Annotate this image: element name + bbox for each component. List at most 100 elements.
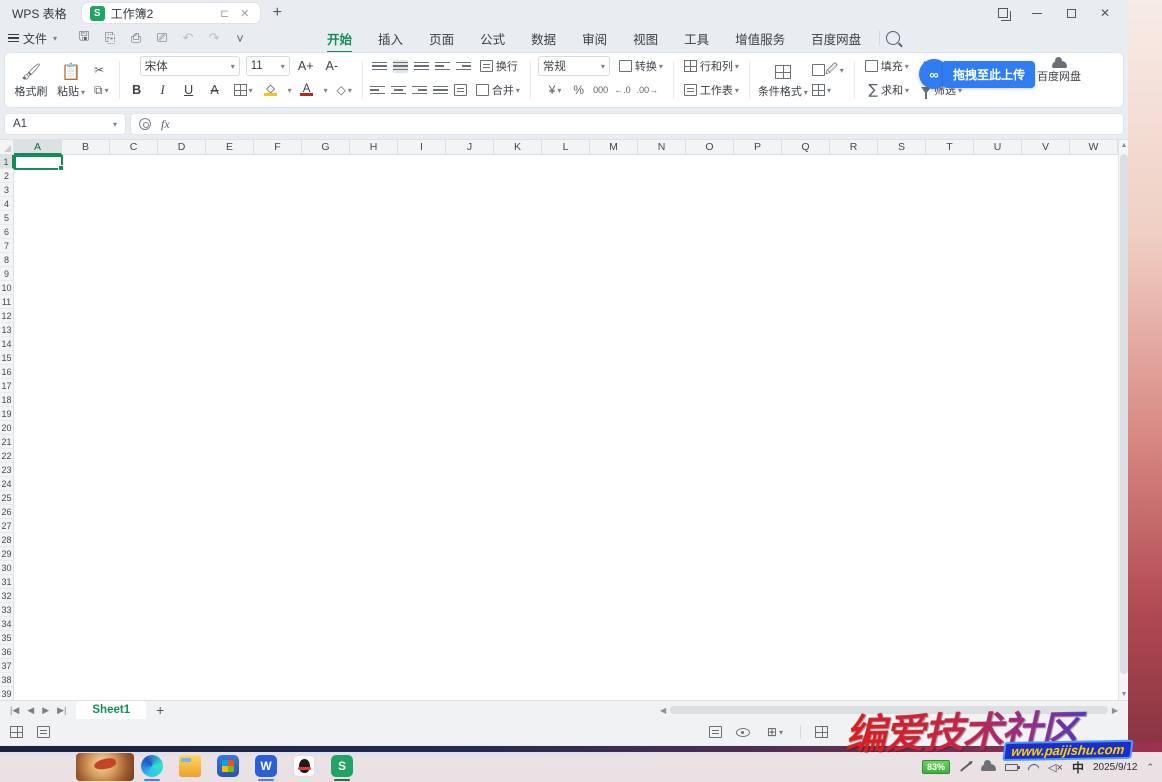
column-header-G[interactable]: G (302, 140, 350, 155)
spreadsheet-grid[interactable]: ABCDEFGHIJKLMNOPQRSTUVW 1234567891011121… (0, 139, 1128, 700)
display-mode-icon[interactable]: ⊞▾ (764, 722, 786, 742)
menu-tab-视图[interactable]: 视图 (621, 26, 670, 51)
align-right-button[interactable] (412, 84, 427, 97)
clear-format-button[interactable]: ◇▾ (334, 80, 355, 100)
add-sheet-button[interactable]: + (156, 702, 164, 718)
first-sheet-icon[interactable]: |◀ (10, 705, 19, 716)
taskbar-app-qq[interactable] (292, 755, 316, 781)
last-sheet-icon[interactable]: ▶| (57, 705, 66, 716)
row-header-20[interactable]: 20 (0, 421, 14, 435)
row-header-10[interactable]: 10 (0, 281, 14, 295)
name-box[interactable]: A1 ▾ (4, 113, 126, 135)
row-header-39[interactable]: 39 (0, 687, 14, 701)
column-header-S[interactable]: S (878, 140, 926, 155)
taskbar-app-store[interactable] (216, 755, 240, 781)
menu-tab-工具[interactable]: 工具 (672, 26, 721, 51)
underline-button[interactable]: U (179, 81, 199, 99)
merge-cells-button[interactable]: 合并▾ (473, 80, 523, 100)
align-top-button[interactable] (372, 60, 387, 73)
taskbar-app-explorer[interactable] (178, 755, 202, 781)
column-header-V[interactable]: V (1022, 140, 1070, 155)
vertical-scrollbar[interactable]: ▲ ▼ (1118, 140, 1128, 701)
sum-button[interactable]: ∑求和▾ (866, 80, 912, 100)
decrease-decimal-button[interactable]: .00→ (637, 86, 659, 95)
volume-muted-icon[interactable]: ◁× (1048, 761, 1063, 774)
row-header-33[interactable]: 33 (0, 603, 14, 617)
battery-percent-badge[interactable]: 83% (922, 760, 950, 774)
redo-icon[interactable]: ↷ (203, 30, 225, 46)
font-color-button[interactable]: A (298, 84, 316, 96)
column-header-U[interactable]: U (974, 140, 1022, 155)
close-button[interactable]: ✕ (1088, 1, 1122, 25)
sheet-tab-sheet1[interactable]: Sheet1 (76, 701, 146, 720)
bold-button[interactable]: B (127, 81, 147, 99)
row-header-8[interactable]: 8 (0, 253, 14, 267)
prev-sheet-icon[interactable]: ◀ (27, 705, 34, 716)
vertical-text-button[interactable] (454, 84, 467, 96)
close-tab-icon[interactable]: ✕ (238, 7, 252, 20)
tray-expand-icon[interactable]: ⌃ (1146, 762, 1154, 773)
column-header-Q[interactable]: Q (782, 140, 830, 155)
network-icon[interactable] (1027, 763, 1039, 771)
increase-indent-button[interactable] (456, 60, 471, 73)
column-header-T[interactable]: T (926, 140, 974, 155)
row-header-17[interactable]: 17 (0, 379, 14, 393)
search-icon[interactable] (886, 31, 900, 45)
row-header-29[interactable]: 29 (0, 547, 14, 561)
sheet-manager-icon[interactable] (10, 726, 23, 738)
menu-tab-审阅[interactable]: 审阅 (570, 26, 619, 51)
row-header-7[interactable]: 7 (0, 239, 14, 253)
row-header-37[interactable]: 37 (0, 659, 14, 673)
convert-button[interactable]: 转换▾ (616, 56, 666, 76)
ime-indicator[interactable]: 中 (1072, 759, 1084, 776)
row-header-34[interactable]: 34 (0, 617, 14, 631)
align-left-button[interactable] (370, 84, 385, 97)
export-icon[interactable]: ⎘ (99, 30, 121, 46)
shrink-font-button[interactable]: A- (322, 57, 342, 75)
conditional-format-button[interactable]: 条件格式▾ (757, 57, 809, 103)
column-header-P[interactable]: P (734, 140, 782, 155)
wrap-text-button[interactable]: 换行 (477, 56, 521, 76)
row-header-26[interactable]: 26 (0, 505, 14, 519)
column-header-C[interactable]: C (110, 140, 158, 155)
worksheet-button[interactable]: 工作表▾ (681, 80, 742, 100)
scroll-right-icon[interactable]: ▶ (1112, 706, 1118, 715)
cloud-icon[interactable] (981, 764, 996, 771)
highlight-color-button[interactable]: ◇ (262, 84, 280, 96)
number-format-combo[interactable]: 常规 ▾ (538, 56, 610, 76)
menu-tab-百度网盘[interactable]: 百度网盘 (799, 26, 873, 51)
next-sheet-icon[interactable]: ▶ (42, 705, 49, 716)
row-header-3[interactable]: 3 (0, 183, 14, 197)
borders-button[interactable]: ▾ (231, 80, 256, 100)
row-header-30[interactable]: 30 (0, 561, 14, 575)
column-header-K[interactable]: K (494, 140, 542, 155)
row-header-25[interactable]: 25 (0, 491, 14, 505)
column-header-D[interactable]: D (158, 140, 206, 155)
row-header-4[interactable]: 4 (0, 197, 14, 211)
minimize-button[interactable] (1020, 1, 1054, 25)
scroll-left-icon[interactable]: ◀ (660, 706, 666, 715)
thousands-button[interactable]: 000 (593, 86, 608, 95)
new-tab-button[interactable]: + (273, 4, 282, 22)
font-name-combo[interactable]: 宋体 ▾ (140, 56, 240, 76)
row-header-12[interactable]: 12 (0, 309, 14, 323)
undo-icon[interactable]: ↶ (177, 30, 199, 46)
menu-tab-数据[interactable]: 数据 (519, 26, 568, 51)
row-header-24[interactable]: 24 (0, 477, 14, 491)
row-header-36[interactable]: 36 (0, 645, 14, 659)
vertical-scroll-thumb[interactable] (1120, 154, 1128, 674)
column-header-W[interactable]: W (1070, 140, 1118, 155)
table-style-button[interactable]: 🖉▾ (809, 60, 847, 80)
fill-button[interactable]: 填充▾ (862, 56, 912, 76)
row-header-38[interactable]: 38 (0, 673, 14, 687)
print-preview-icon[interactable]: ⎚ (151, 30, 173, 46)
percent-button[interactable]: % (570, 80, 587, 100)
menu-tab-开始[interactable]: 开始 (315, 26, 364, 51)
battery-icon[interactable] (1005, 764, 1018, 771)
horizontal-scroll-thumb[interactable] (670, 706, 1108, 714)
menu-tab-公式[interactable]: 公式 (468, 26, 517, 51)
baidu-netdisk-item[interactable]: 百度网盘 (1037, 61, 1081, 84)
more-icon[interactable]: ˅ (229, 31, 251, 46)
column-header-I[interactable]: I (398, 140, 446, 155)
row-header-13[interactable]: 13 (0, 323, 14, 337)
